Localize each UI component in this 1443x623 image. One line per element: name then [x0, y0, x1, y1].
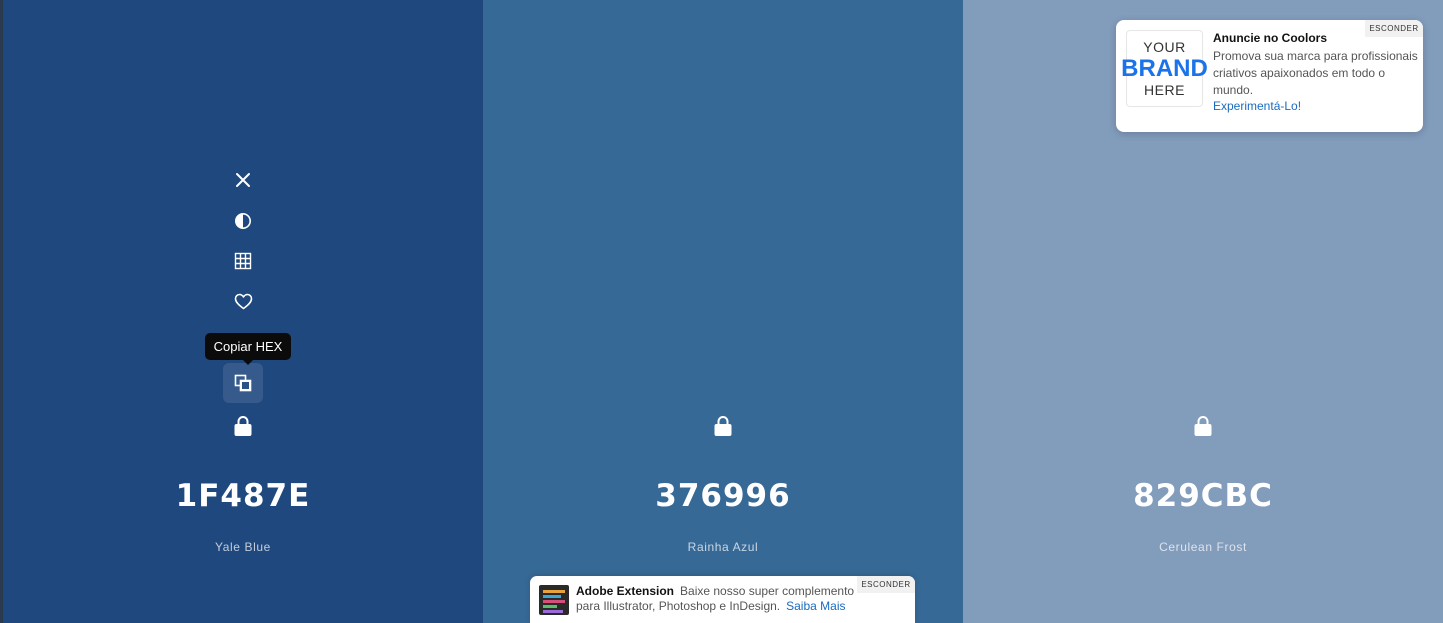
view-shades-button[interactable] — [223, 201, 263, 241]
ad-description: Promova sua marca para profissionais cri… — [1213, 49, 1418, 97]
color-name[interactable]: Yale Blue — [3, 540, 483, 554]
ad-cta-link[interactable]: Experimentá-Lo! — [1213, 99, 1301, 113]
copy-icon — [234, 374, 252, 392]
lock-icon — [234, 416, 252, 436]
banner-title: Adobe Extension — [576, 584, 675, 598]
lock-icon — [714, 416, 732, 436]
remove-color-button[interactable] — [223, 160, 263, 200]
heart-icon — [234, 293, 252, 309]
sponsor-ad-card: YOUR BRAND HERE Anuncie no Coolors Promo… — [1116, 20, 1423, 132]
lock-button[interactable] — [703, 406, 743, 446]
color-name[interactable]: Rainha Azul — [483, 540, 963, 554]
close-icon — [236, 173, 250, 187]
hex-code[interactable]: 376996 — [483, 478, 963, 514]
banner-line-2: para Illustrator, Photoshop e InDesign. S… — [576, 599, 846, 613]
color-name[interactable]: Cerulean Frost — [963, 540, 1443, 554]
banner-text-2: para Illustrator, Photoshop e InDesign. — [576, 599, 781, 613]
logo-line-1: YOUR — [1143, 39, 1186, 55]
lock-button[interactable] — [1183, 406, 1223, 446]
swatch-toolbar — [3, 160, 483, 403]
shades-grid-icon — [234, 252, 252, 270]
logo-line-3: HERE — [1144, 82, 1185, 98]
contrast-icon — [235, 213, 251, 229]
hex-code[interactable]: 829CBC — [963, 478, 1443, 514]
color-swatch-2[interactable]: 376996 Rainha Azul — [483, 0, 963, 623]
copy-hex-tooltip: Copiar HEX — [205, 333, 291, 365]
save-color-button[interactable] — [223, 281, 263, 321]
ad-title: Anuncie no Coolors — [1213, 31, 1327, 45]
hide-ad-button[interactable]: ESCONDER — [1365, 20, 1423, 37]
adobe-extension-banner: Adobe Extension Baixe nosso super complem… — [530, 576, 915, 623]
hex-code[interactable]: 1F487E — [3, 478, 483, 514]
brand-logo-placeholder[interactable]: YOUR BRAND HERE — [1121, 30, 1208, 107]
banner-line-1: Adobe Extension Baixe nosso super complem… — [576, 584, 854, 598]
adobe-extension-thumbnail — [539, 585, 569, 615]
color-swatch-1[interactable]: 1F487E Yale Blue Copiar HEX — [3, 0, 483, 623]
hide-banner-button[interactable]: ESCONDER — [857, 576, 915, 593]
lock-icon — [1194, 416, 1212, 436]
shades-grid-button[interactable] — [223, 241, 263, 281]
banner-learn-more-link[interactable]: Saiba Mais — [786, 599, 845, 613]
copy-hex-button[interactable] — [223, 363, 263, 403]
lock-button[interactable] — [223, 406, 263, 446]
banner-text-1: Baixe nosso super complemento — [680, 584, 855, 598]
logo-line-2: BRAND — [1121, 55, 1208, 82]
